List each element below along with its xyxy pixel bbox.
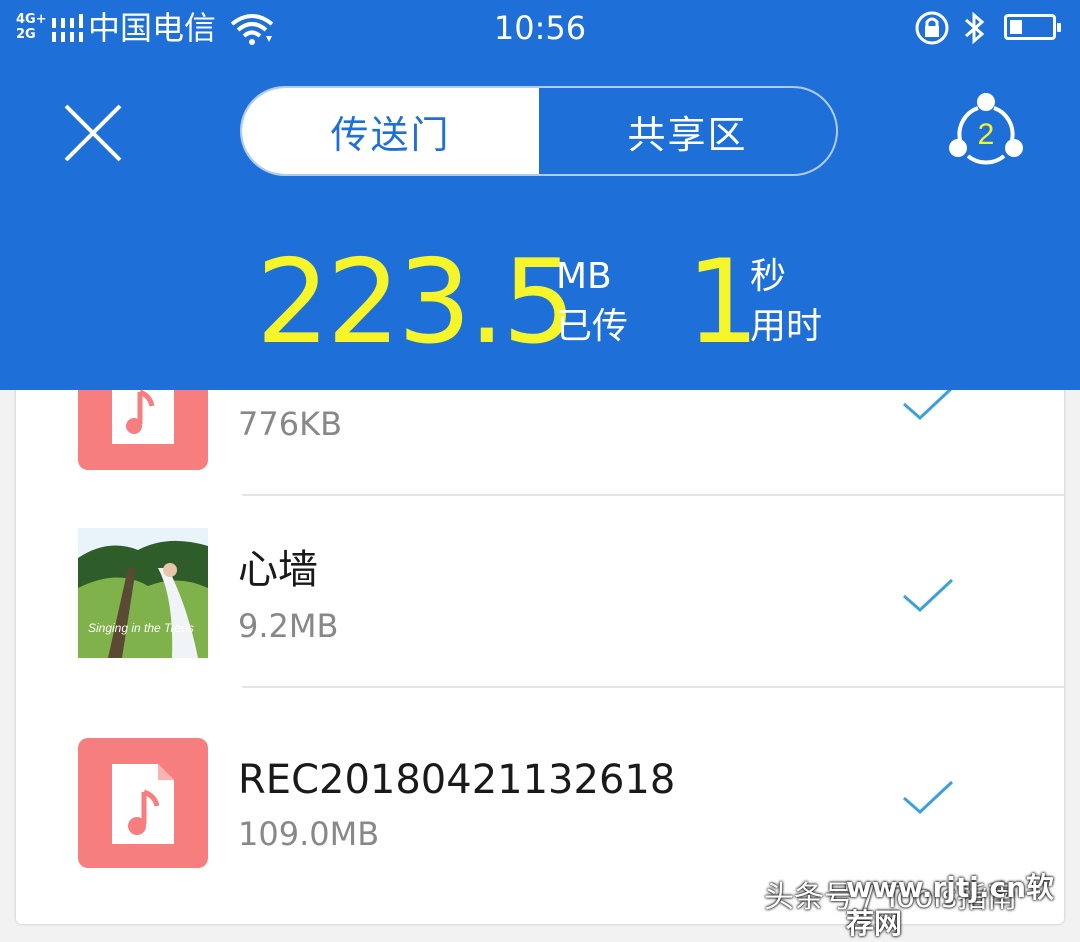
status-bar: 4G+ 2G 中国电信 10:56 [0,0,1080,58]
list-item[interactable]: REC20180421132618 109.0MB [16,688,1064,878]
transferred-unit: MB [556,256,612,297]
rotation-lock-icon [915,11,949,45]
check-icon [903,578,954,613]
connected-devices-button[interactable]: 2 [948,92,1024,172]
file-name: 心墙 [238,547,318,593]
close-icon[interactable] [60,100,126,166]
elapsed-time-unit: 秒 [750,256,787,297]
bluetooth-icon [965,11,985,45]
elapsed-time-value: 1 [686,235,760,370]
check-icon [903,780,954,815]
elapsed-time-label: 用时 [750,306,823,347]
tab-shared-area[interactable]: 共享区 [539,88,836,174]
list-item[interactable]: Singing in the Trees 心墙 9.2MB [16,498,1064,688]
battery-icon [1004,14,1061,40]
album-title-text: Singing in the Trees [88,621,194,635]
mode-tabs: 传送门 共享区 [240,86,838,176]
transferred-label: 已传 [556,306,629,347]
tab-portal[interactable]: 传送门 [242,88,539,174]
transfer-list: 13003037035-13612010030 776KB Singing in… [16,320,1064,924]
file-size: 109.0MB [238,815,380,853]
transferred-value: 223.5 [256,235,576,370]
top-header: 4G+ 2G 中国电信 10:56 传送门 共享区 2 223.5 MB 已传 … [0,0,1080,390]
file-size: 9.2MB [238,607,339,645]
watermark-site: www.rjtj.cn软荐网 [846,871,1055,940]
device-count: 2 [978,118,995,151]
album-cover: Singing in the Trees [78,528,208,658]
check-icon [903,386,954,421]
music-file-icon [78,738,208,868]
divider [242,494,1064,496]
file-name: REC20180421132618 [238,757,676,803]
file-size: 776KB [238,405,343,443]
